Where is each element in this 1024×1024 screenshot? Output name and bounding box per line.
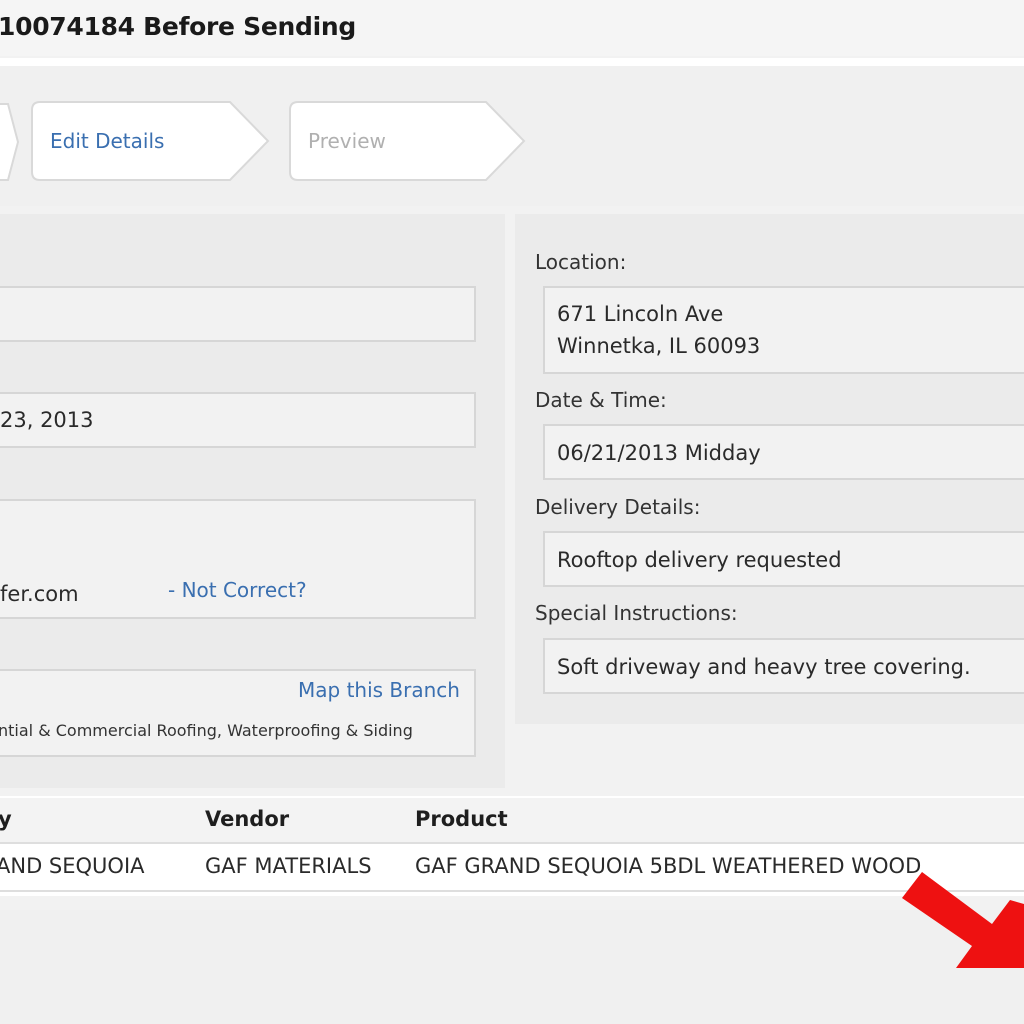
delivery-label: Delivery Details: <box>535 495 701 519</box>
step-edit-details[interactable]: Edit Details <box>50 129 164 153</box>
left-field-1[interactable] <box>0 286 476 342</box>
location-line1: 671 Lincoln Ave <box>557 302 724 326</box>
cell-vendor-link[interactable]: GAF MATERIALS <box>205 854 372 878</box>
datetime-value: 06/21/2013 Midday <box>557 441 761 465</box>
delivery-value: Rooftop delivery requested <box>557 548 842 572</box>
location-line2: Winnetka, IL 60093 <box>557 334 761 358</box>
left-panel: 23, 2013 fer.com - Not Correct? Map this… <box>0 214 505 788</box>
previous-step-chevron <box>0 103 20 181</box>
email-value: fer.com <box>0 582 79 606</box>
branch-description: ntial & Commercial Roofing, Waterproofin… <box>0 721 413 740</box>
column-header-category: y <box>0 807 12 831</box>
bottom-area <box>0 910 1024 1024</box>
date-value: 23, 2013 <box>0 408 94 432</box>
column-header-vendor: Vendor <box>205 807 290 831</box>
datetime-label: Date & Time: <box>535 388 667 412</box>
step-preview[interactable]: Preview <box>308 129 386 153</box>
title-divider <box>0 58 1024 66</box>
column-header-product: Product <box>415 807 508 831</box>
table-header-row: y Vendor Product <box>0 798 1024 842</box>
page-title: 10074184 Before Sending <box>0 12 356 41</box>
location-field[interactable] <box>543 286 1024 374</box>
row-divider <box>0 890 1024 892</box>
cell-product: GAF GRAND SEQUOIA 5BDL WEATHERED WOOD <box>415 854 922 878</box>
red-arrow-icon <box>902 872 1024 968</box>
instructions-label: Special Instructions: <box>535 601 738 625</box>
not-correct-link[interactable]: - Not Correct? <box>168 578 307 602</box>
table-row[interactable]: AND SEQUOIA GAF MATERIALS GAF GRAND SEQU… <box>0 844 1024 890</box>
right-panel: Location: 671 Lincoln Ave Winnetka, IL 6… <box>515 214 1024 724</box>
location-label: Location: <box>535 250 627 274</box>
wizard-steps: Edit Details Preview <box>0 66 1024 206</box>
cell-category: AND SEQUOIA <box>0 854 145 878</box>
map-branch-link[interactable]: Map this Branch <box>298 678 460 702</box>
instructions-value: Soft driveway and heavy tree covering. <box>557 655 971 679</box>
